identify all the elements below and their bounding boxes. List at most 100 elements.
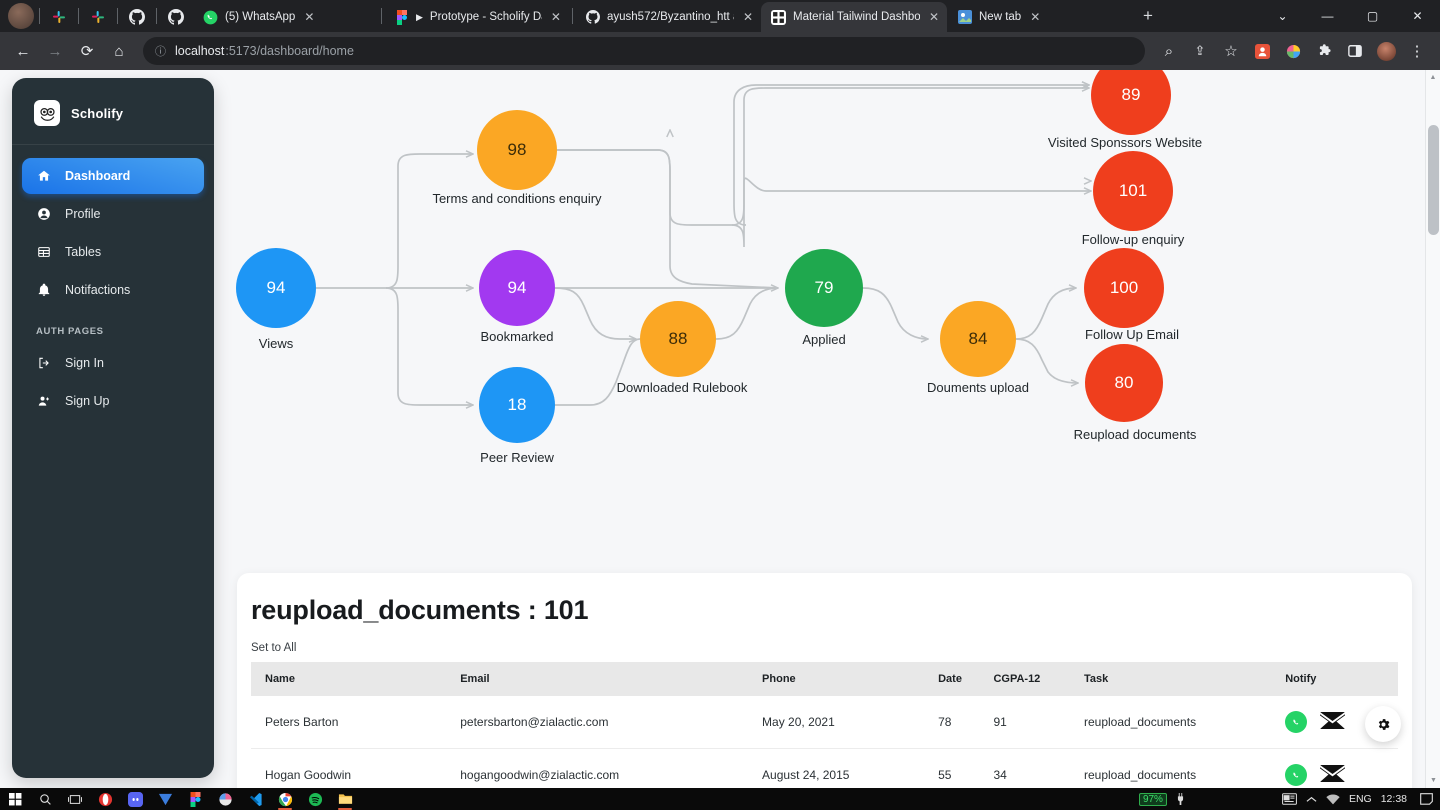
- scroll-down-arrow-icon[interactable]: ▼: [1426, 773, 1440, 788]
- kebab-menu-icon[interactable]: ⋮: [1402, 36, 1432, 66]
- set-to-all-button[interactable]: Set to All: [251, 642, 296, 654]
- maximize-button[interactable]: ▢: [1350, 0, 1395, 32]
- node-value: 98: [507, 140, 527, 159]
- scrollbar-thumb[interactable]: [1428, 125, 1439, 235]
- column-header-cgpa[interactable]: CGPA-12: [985, 662, 1076, 696]
- back-button[interactable]: ←: [8, 36, 38, 66]
- pinned-tab-github-1[interactable]: [120, 2, 154, 32]
- tab-title: Material Tailwind Dashboard: [793, 11, 920, 23]
- pinned-tab-github-2[interactable]: [159, 2, 193, 32]
- spotify-icon[interactable]: [300, 788, 330, 810]
- tab-search-chevron-icon[interactable]: ⌄: [1260, 0, 1305, 32]
- tab-close-icon[interactable]: ✕: [743, 10, 753, 24]
- info-icon[interactable]: ⓘ: [155, 43, 166, 59]
- flow-node-views[interactable]: 94: [236, 248, 316, 328]
- column-header-email[interactable]: Email: [452, 662, 754, 696]
- flow-node-followup-enquiry[interactable]: 101: [1093, 151, 1173, 231]
- flow-node-applied[interactable]: 79: [785, 249, 863, 327]
- news-weather-icon[interactable]: [1282, 793, 1297, 805]
- sidepanel-icon[interactable]: [1340, 36, 1370, 66]
- windows-start-icon[interactable]: [0, 788, 30, 810]
- sidebar-item-sign-up[interactable]: Sign Up: [22, 383, 204, 419]
- home-button[interactable]: ⌂: [104, 36, 134, 66]
- tab-close-icon[interactable]: ✕: [551, 10, 561, 24]
- column-header-phone[interactable]: Phone: [754, 662, 930, 696]
- vercel-icon[interactable]: [150, 788, 180, 810]
- browser-tab-material-tailwind-dashboard[interactable]: Material Tailwind Dashboard ✕: [761, 2, 947, 32]
- tab-title: New tab: [979, 11, 1022, 23]
- vscode-icon[interactable]: [240, 788, 270, 810]
- flow-node-terms[interactable]: 98: [477, 110, 557, 190]
- page-scrollbar[interactable]: ▲ ▼: [1425, 70, 1440, 788]
- opera-icon[interactable]: [90, 788, 120, 810]
- column-header-name[interactable]: Name: [251, 662, 452, 696]
- file-explorer-icon[interactable]: [330, 788, 360, 810]
- whatsapp-icon[interactable]: [1285, 764, 1308, 786]
- profile-avatar-chip[interactable]: [8, 3, 34, 29]
- search-icon[interactable]: [30, 788, 60, 810]
- language-indicator[interactable]: ENG: [1349, 793, 1372, 805]
- sidebar-item-notifications[interactable]: Notifactions: [22, 272, 204, 308]
- sidebar-brand[interactable]: Scholify: [12, 78, 214, 145]
- task-table-card: reupload_documents : 101 Set to All Name…: [237, 573, 1412, 788]
- bookmark-star-icon[interactable]: ☆: [1216, 36, 1246, 66]
- minimize-button[interactable]: —: [1305, 0, 1350, 32]
- figma-icon[interactable]: [180, 788, 210, 810]
- flow-node-follow-up-email[interactable]: 100: [1084, 248, 1164, 328]
- sidebar-item-label: Dashboard: [65, 169, 131, 183]
- column-header-task[interactable]: Task: [1076, 662, 1277, 696]
- scroll-up-arrow-icon[interactable]: ▲: [1426, 70, 1440, 85]
- browser-tab-whatsapp[interactable]: (5) WhatsApp ✕: [193, 2, 379, 32]
- wifi-icon[interactable]: [1326, 793, 1340, 805]
- task-view-icon[interactable]: [60, 788, 90, 810]
- slack-icon: [53, 11, 65, 23]
- divider: [156, 8, 157, 24]
- node-value: 94: [266, 278, 286, 297]
- table-row[interactable]: Peters Barton petersbarton@zialactic.com…: [251, 696, 1398, 749]
- flow-node-downloaded-rulebook[interactable]: 88: [640, 301, 716, 377]
- forward-button[interactable]: →: [40, 36, 70, 66]
- share-icon[interactable]: ⇪: [1185, 36, 1215, 66]
- column-header-notify[interactable]: Notify: [1277, 662, 1398, 696]
- close-window-button[interactable]: ✕: [1395, 0, 1440, 32]
- tab-close-icon[interactable]: ✕: [1030, 10, 1040, 24]
- pinned-tab-slack-2[interactable]: [81, 2, 115, 32]
- show-hidden-icons-chevron[interactable]: [1306, 795, 1317, 804]
- tab-close-icon[interactable]: ✕: [304, 10, 314, 24]
- notification-center-icon[interactable]: [1416, 793, 1433, 805]
- node-value: 94: [507, 278, 527, 297]
- browser-tab-prototype[interactable]: ▶ Prototype - Scholify Dash ✕: [384, 2, 570, 32]
- sidebar-item-profile[interactable]: Profile: [22, 196, 204, 232]
- battery-percentage[interactable]: 97%: [1138, 792, 1167, 806]
- flow-node-reupload-documents[interactable]: 80: [1085, 344, 1163, 422]
- flow-node-documents-upload[interactable]: 84: [940, 301, 1016, 377]
- browser-tab-github-repo[interactable]: ayush572/Byzantino_htt at f ✕: [575, 2, 761, 32]
- address-bar[interactable]: ⓘ localhost:5173/dashboard/home: [143, 37, 1145, 65]
- profile-avatar[interactable]: [1371, 36, 1401, 66]
- discord-icon[interactable]: [120, 788, 150, 810]
- tab-close-icon[interactable]: ✕: [929, 10, 939, 24]
- flow-node-peer-review[interactable]: 18: [479, 367, 555, 443]
- extension-color-icon[interactable]: [1278, 36, 1308, 66]
- extension-red-icon[interactable]: [1247, 36, 1277, 66]
- envelope-icon[interactable]: [1320, 712, 1346, 732]
- envelope-icon[interactable]: [1320, 765, 1346, 785]
- brand-name: Scholify: [71, 105, 124, 121]
- search-icon[interactable]: ⌕: [1154, 36, 1184, 66]
- new-tab-button[interactable]: +: [1143, 6, 1153, 26]
- flow-node-bookmarked[interactable]: 94: [479, 250, 555, 326]
- whatsapp-icon[interactable]: [1285, 711, 1308, 733]
- pinned-tab-slack-1[interactable]: [42, 2, 76, 32]
- table-row[interactable]: Hogan Goodwin hogangoodwin@zialactic.com…: [251, 748, 1398, 788]
- sidebar-item-dashboard[interactable]: Dashboard: [22, 158, 204, 194]
- column-header-date[interactable]: Date: [930, 662, 985, 696]
- chrome-icon[interactable]: [270, 788, 300, 810]
- sidebar-item-sign-in[interactable]: Sign In: [22, 345, 204, 381]
- browser-tab-new-tab[interactable]: New tab ✕: [947, 2, 1133, 32]
- settings-fab-button[interactable]: [1365, 706, 1401, 742]
- sidebar-item-tables[interactable]: Tables: [22, 234, 204, 270]
- reload-button[interactable]: ⟳: [72, 36, 102, 66]
- photos-icon[interactable]: [210, 788, 240, 810]
- clock[interactable]: 12:38: [1381, 793, 1407, 805]
- extensions-puzzle-icon[interactable]: [1309, 36, 1339, 66]
